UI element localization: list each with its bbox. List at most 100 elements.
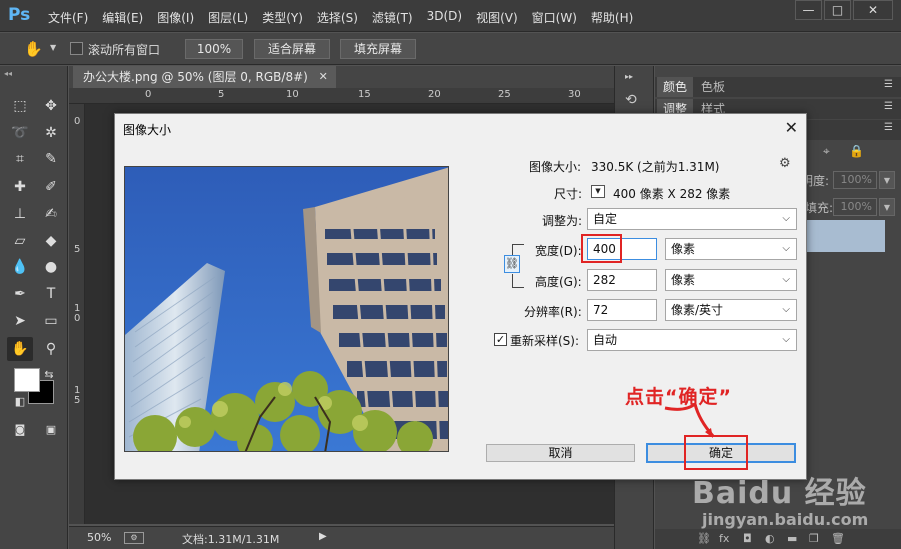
blur-tool-icon[interactable]: 💧 [7, 255, 33, 279]
fit-to-value: 自定 [593, 212, 618, 226]
type-tool-icon[interactable]: T [38, 282, 64, 306]
path-selection-tool-icon[interactable]: ➤ [7, 309, 33, 333]
menu-file[interactable]: 文件(F) [48, 9, 88, 26]
annotation-arrow [664, 402, 715, 438]
ruler-tick-label: 0 [145, 89, 152, 100]
opacity-input[interactable]: 100% [833, 171, 877, 189]
dialog-title: 图像大小 [123, 123, 172, 137]
zoom-level[interactable]: 50% [87, 531, 111, 544]
default-colors-icon[interactable]: ◧ [7, 390, 33, 414]
menu-help[interactable]: 帮助(H) [591, 9, 633, 26]
magic-wand-tool-icon[interactable]: ✲ [38, 121, 64, 145]
collapse-icon[interactable]: ▸▸ [625, 72, 633, 81]
ruler-tick-label: 1 5 [74, 385, 81, 406]
collapse-icon[interactable]: ◂◂ [4, 69, 12, 78]
resolution-unit-value: 像素/英寸 [671, 303, 724, 317]
height-unit-select[interactable]: 像素 ⌵ [665, 269, 797, 291]
cancel-button[interactable]: 取消 [486, 444, 635, 462]
zoom-tool-icon[interactable]: ⚲ [38, 337, 64, 361]
watermark-brand: Baidu 经验 [692, 476, 867, 511]
fill-input[interactable]: 100% [833, 198, 877, 216]
minimize-button[interactable]: — [795, 0, 822, 20]
panel-menu-icon[interactable]: ☰ [884, 101, 893, 112]
foreground-color-swatch[interactable] [14, 368, 40, 392]
ruler-tick-label: 30 [568, 89, 581, 100]
resample-select[interactable]: 自动 ⌵ [587, 329, 797, 351]
eyedropper-tool-icon[interactable]: ✎ [38, 147, 64, 171]
horizontal-ruler: 0 5 10 15 20 25 30 [69, 88, 614, 104]
close-icon[interactable]: ✕ [319, 66, 328, 88]
chevron-down-icon[interactable]: ▼ [879, 171, 895, 189]
chevron-down-icon: ⌵ [782, 274, 790, 285]
maximize-button[interactable]: □ [824, 0, 851, 20]
menu-type[interactable]: 类型(Y) [262, 9, 303, 26]
menu-edit[interactable]: 编辑(E) [102, 9, 143, 26]
menu-window[interactable]: 窗口(W) [532, 9, 577, 26]
fit-to-select[interactable]: 自定 ⌵ [587, 208, 797, 230]
photoshop-logo: Ps [8, 5, 31, 25]
panel-menu-icon[interactable]: ☰ [884, 79, 893, 90]
quick-mask-icon[interactable]: ◙ [7, 418, 33, 442]
close-icon[interactable]: ✕ [785, 118, 798, 137]
menu-select[interactable]: 选择(S) [317, 9, 358, 26]
pen-tool-icon[interactable]: ✒ [7, 282, 33, 306]
fit-to-label: 调整为: [542, 214, 583, 228]
menu-layer[interactable]: 图层(L) [208, 9, 248, 26]
status-menu-arrow-icon[interactable]: ▶ [319, 531, 327, 542]
menu-image[interactable]: 图像(I) [157, 9, 194, 26]
chevron-down-icon[interactable]: ▼ [879, 198, 895, 216]
eraser-tool-icon[interactable]: ▱ [7, 229, 33, 253]
document-tab[interactable]: 办公大楼.png @ 50% (图层 0, RGB/8#) ✕ [73, 66, 336, 88]
constrain-proportions-link-icon[interactable]: ⛓ [504, 255, 520, 273]
proof-icon[interactable]: ⚙ [124, 532, 144, 544]
history-brush-tool-icon[interactable]: ✍ [38, 202, 64, 226]
marquee-tool-icon[interactable]: ⬚ [7, 94, 33, 118]
image-size-dialog: 图像大小 ✕ 图像大小: 330.5K (之前为1.31M) ⚙ 尺寸: ▼ 4… [114, 113, 807, 480]
brush-tool-icon[interactable]: ✐ [38, 175, 64, 199]
chevron-down-icon: ⌵ [782, 213, 790, 224]
color-panel-tabs: 颜色 色板 ☰ [655, 77, 901, 97]
menu-view[interactable]: 视图(V) [476, 9, 518, 26]
history-panel-icon[interactable]: ⟲ [625, 92, 637, 108]
resample-label: 重新采样(S): [510, 334, 580, 348]
close-window-button[interactable]: ✕ [853, 0, 893, 20]
rectangle-tool-icon[interactable]: ▭ [38, 309, 64, 333]
lasso-tool-icon[interactable]: ➰ [7, 121, 33, 145]
crop-tool-icon[interactable]: ⌗ [7, 147, 33, 171]
fit-screen-button[interactable]: 适合屏幕 [254, 39, 330, 59]
image-preview[interactable] [124, 166, 449, 452]
ruler-tick-label: 15 [358, 89, 371, 100]
panel-menu-icon[interactable]: ☰ [884, 122, 893, 133]
height-input[interactable]: 282 [587, 269, 657, 291]
resolution-input[interactable]: 72 [587, 299, 657, 321]
dimensions-value: 400 像素 X 282 像素 [613, 187, 731, 201]
width-unit-select[interactable]: 像素 ⌵ [665, 238, 797, 260]
tools-panel: ◂◂ ⬚ ✥ ➰ ✲ ⌗ ✎ ✚ ✐ ⊥ ✍ ▱ ◆ 💧 ● ✒ T ➤ ▭ ✋… [0, 66, 68, 549]
dimensions-unit-dropdown[interactable]: ▼ [591, 185, 605, 198]
menu-3d[interactable]: 3D(D) [427, 9, 462, 26]
dodge-tool-icon[interactable]: ● [38, 255, 64, 279]
building-photo [125, 167, 448, 451]
hand-tool-preset-icon[interactable]: ✋ [24, 40, 43, 58]
tab-color[interactable]: 颜色 [657, 77, 694, 97]
chevron-down-icon: ⌵ [782, 243, 790, 254]
gear-icon[interactable]: ⚙ [779, 156, 791, 171]
paint-bucket-tool-icon[interactable]: ◆ [38, 229, 64, 253]
resolution-unit-select[interactable]: 像素/英寸 ⌵ [665, 299, 797, 321]
clone-stamp-tool-icon[interactable]: ⊥ [7, 202, 33, 226]
chevron-down-icon[interactable]: ▼ [50, 43, 56, 52]
resample-checkbox[interactable]: ✓ [494, 333, 507, 346]
lock-position-icon[interactable]: ⌖ [823, 144, 830, 159]
menu-filter[interactable]: 滤镜(T) [372, 9, 413, 26]
hand-tool-icon[interactable]: ✋ [7, 337, 33, 361]
screen-mode-icon[interactable]: ▣ [38, 418, 64, 442]
healing-brush-tool-icon[interactable]: ✚ [7, 175, 33, 199]
tab-swatches[interactable]: 色板 [695, 77, 731, 97]
lock-icon[interactable]: 🔒 [849, 144, 864, 158]
zoom-100-button[interactable]: 100% [185, 39, 243, 59]
fill-screen-button[interactable]: 填充屏幕 [340, 39, 416, 59]
constrain-bracket [512, 274, 524, 288]
image-size-label: 图像大小: [529, 160, 582, 174]
scroll-all-windows-checkbox[interactable] [70, 42, 83, 55]
move-tool-icon[interactable]: ✥ [38, 94, 64, 118]
